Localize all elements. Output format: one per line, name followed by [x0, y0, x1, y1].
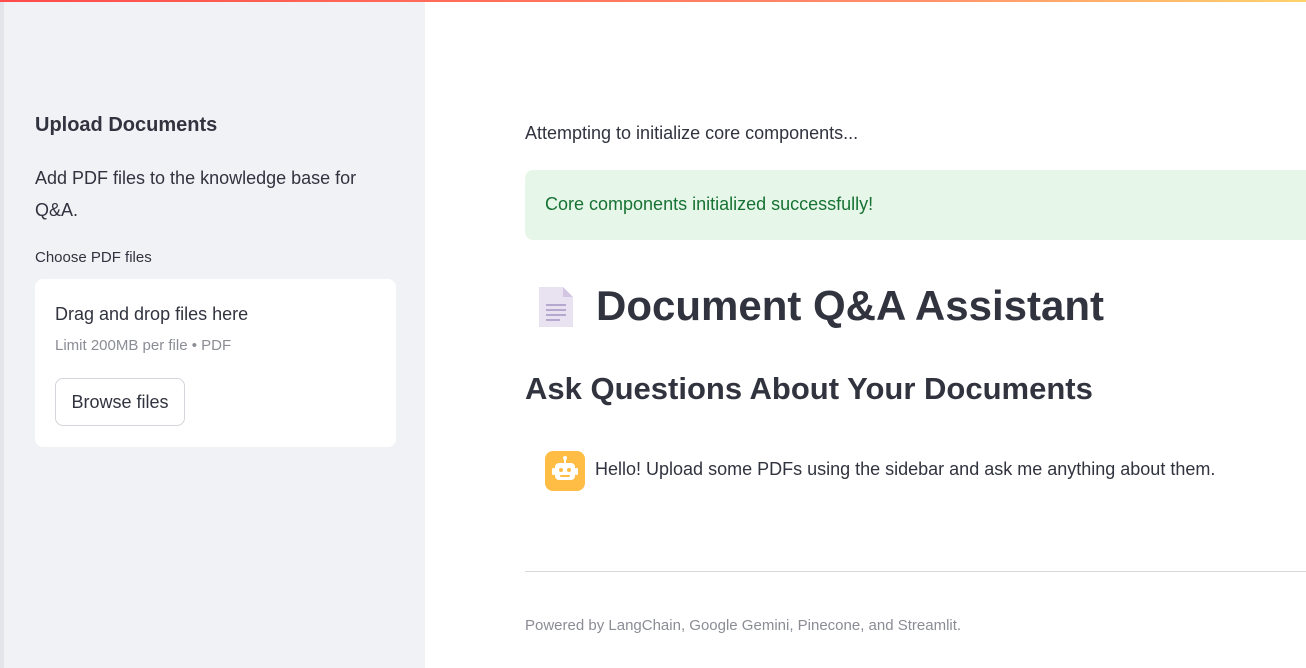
robot-icon [545, 451, 585, 491]
page-title: Document Q&A Assistant [596, 282, 1104, 329]
chat-message: Hello! Upload some PDFs using the sideba… [545, 451, 1305, 491]
sidebar: Upload Documents Add PDF files to the kn… [0, 0, 425, 668]
success-alert: Core components initialized successfully… [525, 170, 1306, 240]
dropzone-instructions: Drag and drop files here [55, 304, 249, 324]
chat-message-text: Hello! Upload some PDFs using the sideba… [595, 459, 1216, 479]
footer-text: Powered by LangChain, Google Gemini, Pin… [525, 617, 962, 634]
file-dropzone[interactable]: Drag and drop files here Limit 200MB per… [35, 279, 396, 447]
browse-files-button[interactable]: Browse files [55, 378, 185, 426]
page-subtitle: Ask Questions About Your Documents [525, 371, 1093, 406]
file-uploader-label: Choose PDF files [35, 249, 152, 266]
footer-divider [525, 571, 1306, 572]
sidebar-description: Add PDF files to the knowledge base for … [35, 168, 357, 220]
document-icon [536, 285, 576, 329]
init-status-text: Attempting to initialize core components… [525, 123, 859, 143]
dropzone-limit-text: Limit 200MB per file • PDF [55, 337, 232, 354]
header-decoration-bar [0, 0, 1306, 2]
main-content: Attempting to initialize core components… [425, 0, 1306, 668]
sidebar-heading: Upload Documents [35, 114, 218, 136]
sidebar-edge [0, 0, 4, 668]
success-alert-text: Core components initialized successfully… [545, 194, 874, 214]
